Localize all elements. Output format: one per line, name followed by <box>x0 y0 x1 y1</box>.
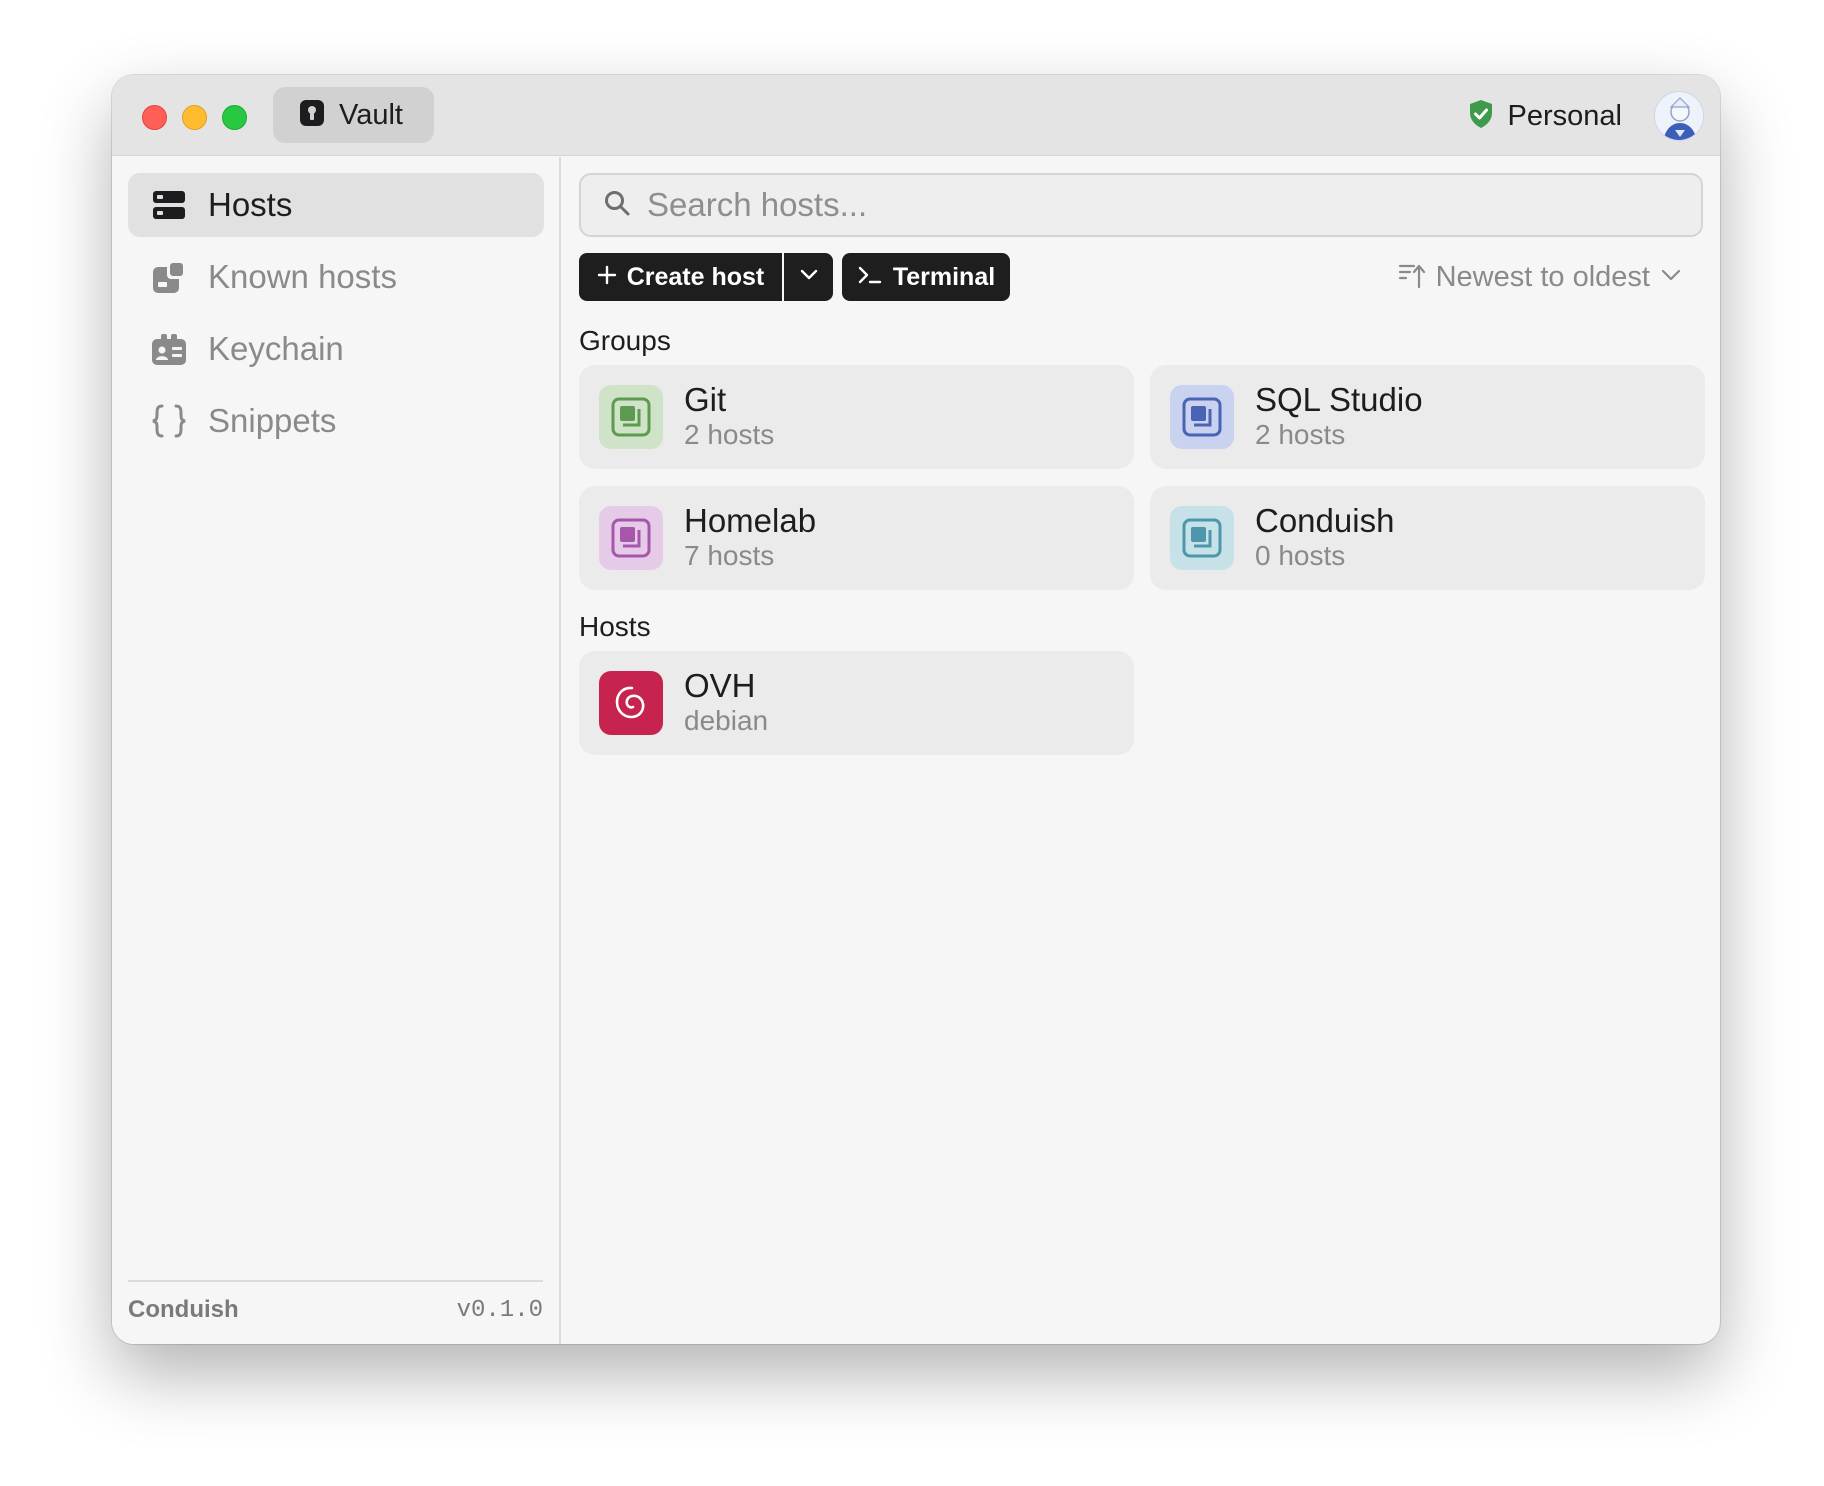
group-host-count: 2 hosts <box>684 419 775 450</box>
minimize-window-button[interactable] <box>182 105 207 130</box>
group-name: SQL Studio <box>1255 381 1423 418</box>
terminal-label: Terminal <box>892 262 996 291</box>
chevron-down-icon <box>799 268 819 287</box>
app-window: Vault Personal Hosts Known hosts Keychai… <box>112 75 1720 1344</box>
host-os: debian <box>684 705 769 736</box>
group-card-homelab[interactable]: Homelab 7 hosts <box>579 486 1134 590</box>
workspace-selector[interactable]: Personal <box>1468 95 1622 137</box>
hosts-section-title: Hosts <box>579 611 651 642</box>
server-stack-icon <box>150 186 188 224</box>
sidebar-footer: Conduish v0.1.0 <box>128 1280 543 1324</box>
sort-selector[interactable]: Newest to oldest <box>1398 257 1682 297</box>
chevron-down-icon <box>1660 268 1682 287</box>
sidebar-item-keychain[interactable]: Keychain <box>128 317 544 381</box>
zoom-window-button[interactable] <box>222 105 247 130</box>
group-host-count: 7 hosts <box>684 540 775 571</box>
group-card-sql-studio[interactable]: SQL Studio 2 hosts <box>1150 365 1705 469</box>
braces-icon <box>150 402 188 440</box>
keychain-icon <box>150 330 188 368</box>
terminal-icon <box>857 264 883 291</box>
workspace-label: Personal <box>1507 99 1622 132</box>
sidebar-item-label: Known hosts <box>208 258 397 295</box>
vault-tab-label: Vault <box>339 98 403 131</box>
vault-lock-icon <box>299 99 325 132</box>
sort-icon <box>1398 261 1426 294</box>
group-name: Git <box>684 381 727 418</box>
sidebar-item-label: Keychain <box>208 330 344 367</box>
search-input[interactable] <box>647 186 1647 224</box>
plus-icon <box>597 265 617 290</box>
sidebar-item-known-hosts[interactable]: Known hosts <box>128 245 544 309</box>
sort-label: Newest to oldest <box>1435 260 1650 293</box>
group-name: Homelab <box>684 502 817 539</box>
host-name: OVH <box>684 667 756 704</box>
group-name: Conduish <box>1255 502 1395 539</box>
group-card-git[interactable]: Git 2 hosts <box>579 365 1134 469</box>
group-icon <box>599 506 663 570</box>
close-window-button[interactable] <box>142 105 167 130</box>
create-host-dropdown-button[interactable] <box>784 253 833 301</box>
search-icon <box>603 189 631 222</box>
sidebar-item-snippets[interactable]: Snippets <box>128 389 544 453</box>
group-icon <box>599 385 663 449</box>
sidebar: Hosts Known hosts Keychain Snippets Cond… <box>112 157 561 1344</box>
debian-icon <box>599 671 663 735</box>
title-bar: Vault Personal <box>112 75 1720 156</box>
app-name: Conduish <box>128 1296 239 1323</box>
known-hosts-icon <box>150 258 188 296</box>
vault-tab[interactable]: Vault <box>273 87 434 143</box>
app-version: v0.1.0 <box>456 1296 543 1324</box>
group-icon <box>1170 385 1234 449</box>
shield-check-icon <box>1468 99 1494 134</box>
terminal-button[interactable]: Terminal <box>842 253 1010 301</box>
sidebar-item-label: Snippets <box>208 402 337 439</box>
groups-section-title: Groups <box>579 325 671 356</box>
create-host-button[interactable]: Create host <box>579 253 782 301</box>
group-host-count: 2 hosts <box>1255 419 1346 450</box>
host-card-ovh[interactable]: OVH debian <box>579 651 1134 755</box>
search-bar <box>579 173 1703 237</box>
create-host-label: Create host <box>626 262 765 291</box>
main-content: Create host Terminal <box>563 157 1720 1344</box>
sidebar-item-hosts[interactable]: Hosts <box>128 173 544 237</box>
user-avatar[interactable] <box>1654 91 1704 141</box>
group-icon <box>1170 506 1234 570</box>
sidebar-item-label: Hosts <box>208 186 293 223</box>
group-host-count: 0 hosts <box>1255 540 1346 571</box>
group-card-conduish[interactable]: Conduish 0 hosts <box>1150 486 1705 590</box>
